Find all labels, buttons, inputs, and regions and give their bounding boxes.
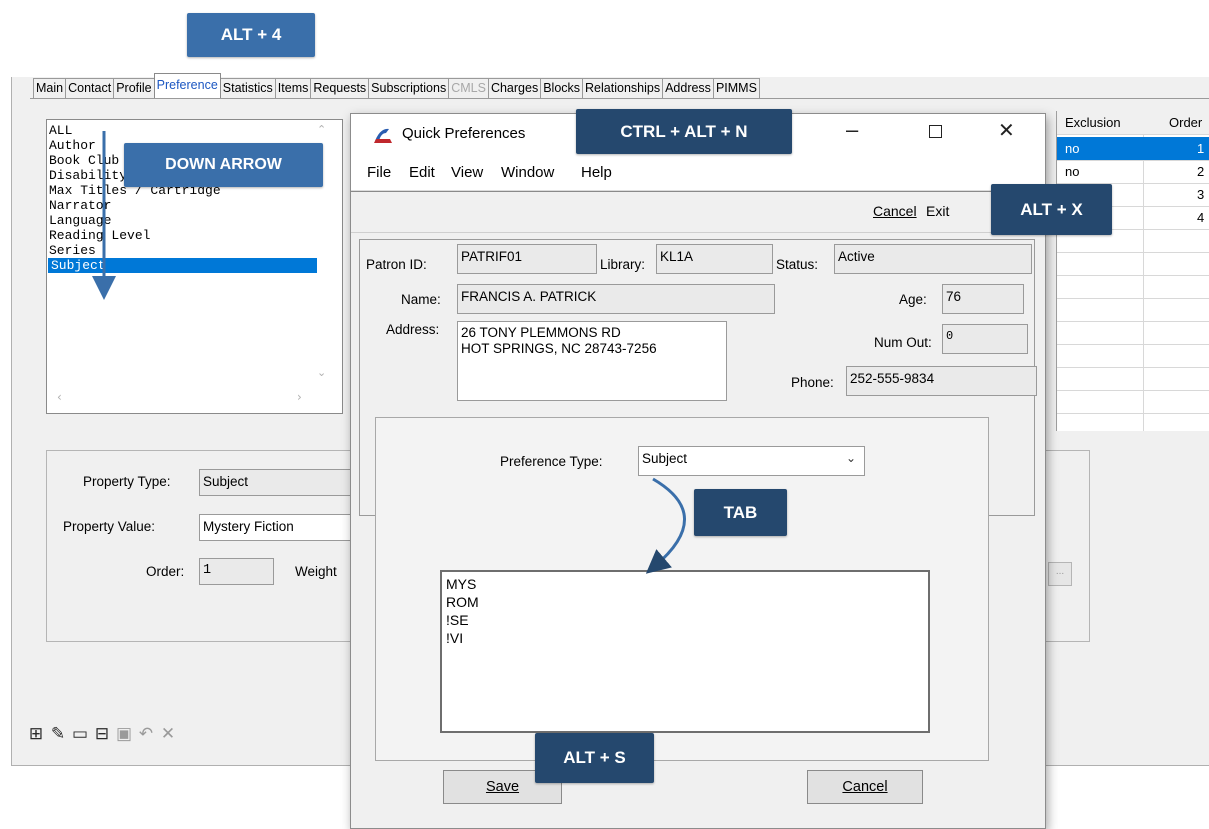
tab-preference[interactable]: Preference <box>153 73 221 98</box>
alt-s-callout: ALT + S <box>535 733 654 783</box>
tab-arrow-indicator <box>645 477 686 574</box>
alt-4-callout: ALT + 4 <box>187 13 315 57</box>
alt-x-callout: ALT + X <box>991 184 1112 235</box>
down-arrow-callout: DOWN ARROW <box>124 143 323 187</box>
ctrl-alt-n-callout: CTRL + ALT + N <box>576 109 792 154</box>
tab-callout: TAB <box>694 489 787 536</box>
